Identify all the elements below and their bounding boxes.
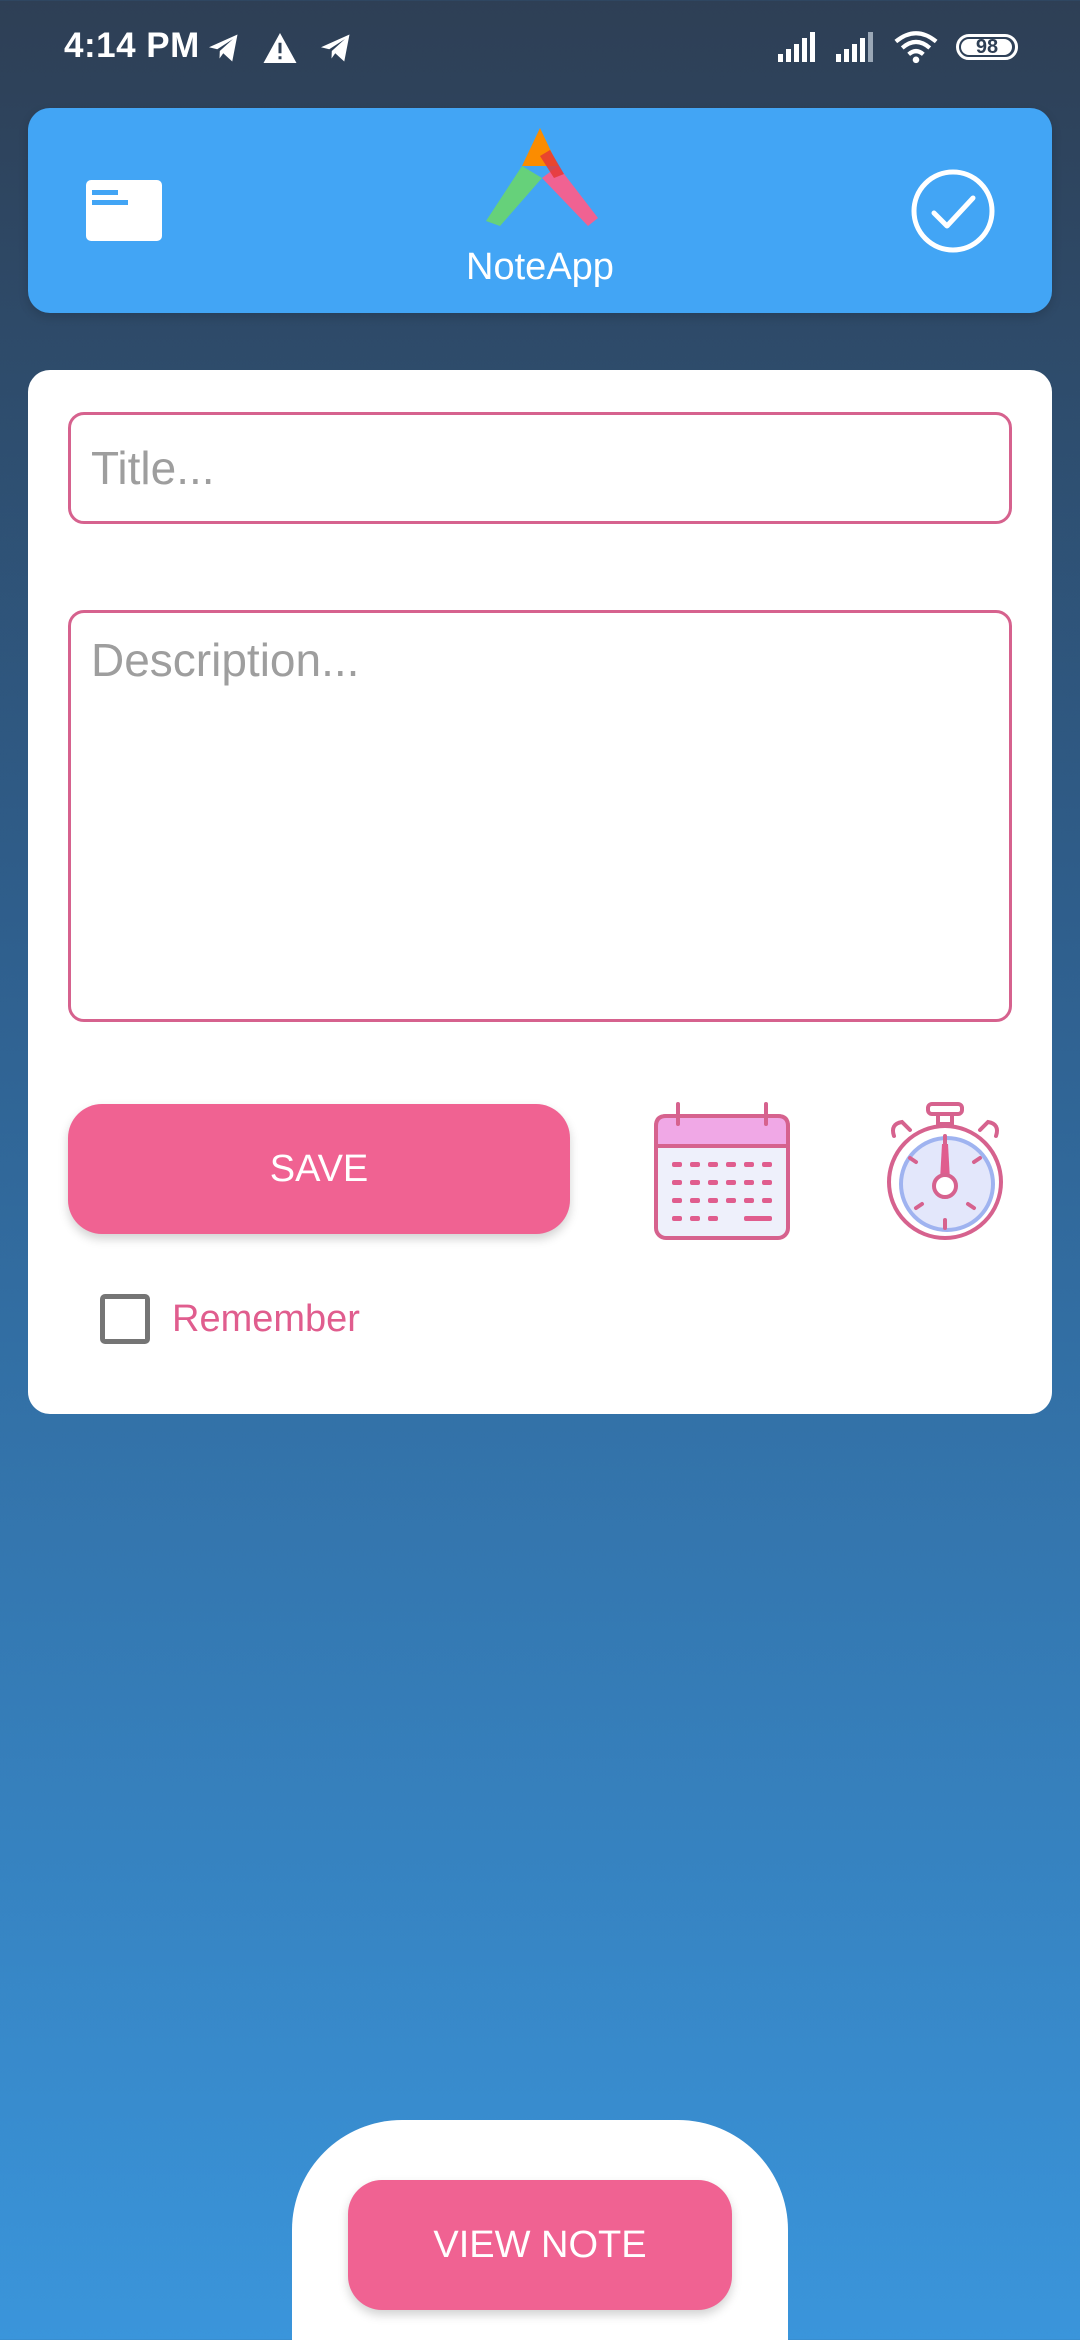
- check-circle-icon: [911, 169, 995, 253]
- status-bar: 4:14 PM 98: [0, 0, 1080, 100]
- remember-checkbox[interactable]: [100, 1294, 150, 1344]
- notification-icons: [206, 30, 354, 66]
- stopwatch-icon: [887, 1102, 1003, 1240]
- remember-label: Remember: [172, 1297, 360, 1340]
- calendar-icon: [654, 1102, 790, 1240]
- calendar-button[interactable]: [650, 1102, 794, 1242]
- signal-icon: [836, 32, 873, 62]
- card-icon: [86, 180, 162, 241]
- view-note-button[interactable]: VIEW NOTE: [348, 2180, 732, 2310]
- app-logo-icon: [486, 128, 598, 226]
- remember-row: Remember: [100, 1294, 360, 1344]
- telegram-icon: [209, 34, 238, 62]
- status-time: 4:14 PM: [64, 26, 200, 65]
- warning-icon: [263, 33, 297, 63]
- menu-button[interactable]: [84, 178, 164, 243]
- app-title: NoteApp: [466, 246, 614, 288]
- note-form-card: SAVE: [28, 370, 1052, 1414]
- save-button[interactable]: SAVE: [68, 1104, 570, 1234]
- battery-level: 98: [975, 35, 999, 58]
- system-icons: 98: [778, 30, 1018, 64]
- signal-icon: [778, 32, 815, 62]
- battery-icon: 98: [956, 34, 1018, 60]
- wifi-icon: [894, 31, 938, 64]
- timer-button[interactable]: [880, 1102, 1010, 1242]
- app-header: NoteApp: [28, 108, 1052, 313]
- description-input[interactable]: [68, 610, 1012, 1022]
- telegram-icon: [321, 34, 350, 62]
- confirm-button[interactable]: [910, 168, 996, 254]
- title-input[interactable]: [68, 412, 1012, 524]
